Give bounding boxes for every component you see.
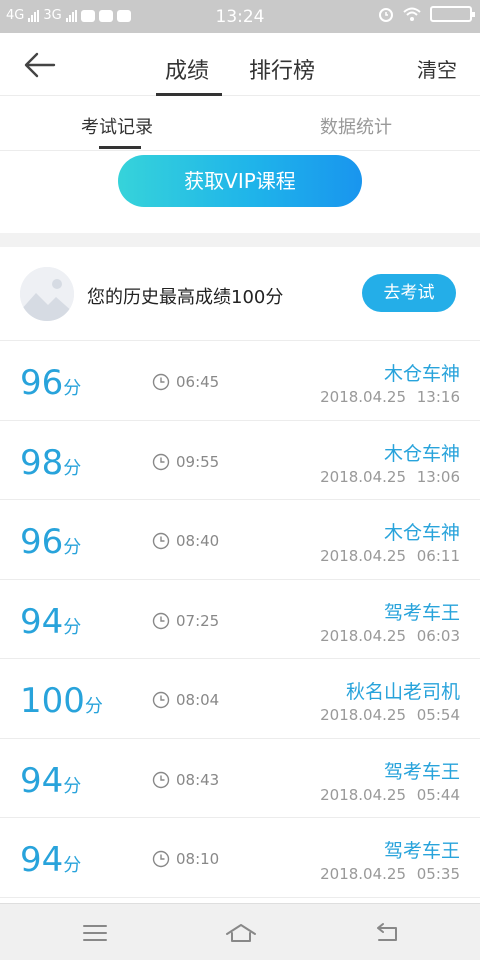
duration: 08:43: [152, 771, 219, 789]
record-row[interactable]: 96分 06:45 木仓车神 2018.04.25 13:16: [0, 341, 480, 421]
timestamp: 2018.04.25 05:35: [320, 865, 460, 883]
score: 98分: [20, 443, 81, 483]
score-unit: 分: [63, 378, 82, 399]
score-value: 98: [20, 442, 64, 483]
duration: 08:40: [152, 532, 219, 550]
timestamp: 2018.04.25 06:03: [320, 626, 460, 645]
score-unit: 分: [63, 775, 82, 797]
duration: 08:04: [152, 691, 219, 709]
menu-icon[interactable]: [81, 922, 109, 944]
battery-icon: [430, 6, 475, 22]
avatar-placeholder-icon: [20, 267, 74, 321]
sub-tabs: 考试记录 数据统计: [0, 97, 480, 151]
record-list: 96分 06:45 木仓车神 2018.04.25 13:16 98分 09:5…: [0, 341, 480, 898]
tab-leaderboard[interactable]: 排行榜: [249, 53, 315, 85]
score-value: 96: [20, 522, 64, 562]
clock-icon: [152, 691, 170, 709]
back-icon[interactable]: [373, 922, 401, 944]
record-row[interactable]: 94分 07:25 驾考车王 2018.04.25 06:03: [0, 580, 480, 659]
user-name: 木仓车神: [383, 363, 460, 385]
clock-icon: [152, 771, 170, 788]
duration: 07:25: [152, 612, 219, 630]
record-row[interactable]: 100分 08:04 秋名山老司机 2018.04.25 05:54: [0, 659, 480, 739]
duration-value: 08:10: [176, 850, 220, 868]
wifi-icon: [403, 7, 421, 21]
system-nav-bar: [0, 903, 480, 960]
section-divider: [0, 233, 480, 247]
duration-value: 08:40: [176, 532, 220, 550]
user-name: 木仓车神: [383, 522, 460, 544]
score-unit: 分: [63, 855, 82, 876]
timestamp: 2018.04.25 06:11: [320, 547, 460, 565]
user-name: 秋名山老司机: [345, 681, 460, 703]
score: 94分: [20, 602, 81, 642]
duration: 06:45: [152, 373, 219, 391]
user-name: 驾考车王: [383, 601, 460, 624]
score-value: 94: [20, 760, 64, 801]
duration-value: 08:43: [176, 770, 220, 789]
score-value: 94: [20, 840, 64, 880]
duration: 09:55: [152, 453, 219, 471]
score: 100分: [20, 681, 103, 721]
user-name: 驾考车王: [383, 760, 460, 783]
score-unit: 分: [63, 457, 82, 479]
user-name: 木仓车神: [383, 442, 460, 465]
alarm-icon: [379, 8, 393, 22]
duration: 08:10: [152, 850, 219, 868]
record-row[interactable]: 94分 08:43 驾考车王 2018.04.25 05:44: [0, 739, 480, 818]
screen: 4G 3G 13:24 成绩 排行榜 清空 考试记录 数据统计 获取VIP课程 …: [0, 0, 480, 960]
clock-icon: [152, 612, 170, 629]
tab-exam-records[interactable]: 考试记录: [81, 113, 153, 139]
clock-icon: [152, 850, 170, 868]
tab-data-statistics[interactable]: 数据统计: [320, 113, 392, 139]
score-value: 100: [20, 681, 85, 721]
score: 96分: [20, 522, 81, 562]
duration-value: 08:04: [176, 691, 220, 709]
score: 94分: [20, 840, 81, 880]
timestamp: 2018.04.25 05:44: [320, 785, 460, 804]
timestamp: 2018.04.25 05:54: [320, 706, 460, 724]
score-unit: 分: [63, 537, 82, 558]
score-value: 94: [20, 601, 64, 642]
clear-button[interactable]: 清空: [417, 54, 457, 83]
tab-scores[interactable]: 成绩: [165, 53, 209, 85]
active-subtab-indicator: [99, 146, 141, 149]
score: 94分: [20, 761, 81, 801]
best-score-row: 您的历史最高成绩100分 去考试: [0, 247, 480, 341]
user-name: 驾考车王: [383, 840, 460, 862]
get-vip-course-button[interactable]: 获取VIP课程: [118, 155, 362, 207]
clock-icon: [152, 373, 170, 391]
back-arrow-icon[interactable]: [22, 49, 58, 81]
record-row[interactable]: 94分 08:10 驾考车王 2018.04.25 05:35: [0, 818, 480, 898]
clock-icon: [152, 532, 170, 550]
home-icon[interactable]: [224, 922, 258, 944]
score-unit: 分: [84, 696, 103, 717]
clock-icon: [152, 453, 170, 470]
score-value: 96: [20, 363, 64, 403]
duration-value: 07:25: [176, 611, 220, 630]
nav-bar: 成绩 排行榜 清空: [0, 33, 480, 96]
score-unit: 分: [63, 616, 82, 638]
timestamp: 2018.04.25 13:06: [320, 467, 460, 486]
best-score-text: 您的历史最高成绩100分: [87, 287, 284, 308]
duration-value: 06:45: [176, 373, 220, 391]
avatar: [20, 267, 74, 321]
timestamp: 2018.04.25 13:16: [320, 388, 460, 406]
record-row[interactable]: 96分 08:40 木仓车神 2018.04.25 06:11: [0, 500, 480, 580]
status-bar: 4G 3G 13:24: [0, 0, 480, 33]
go-exam-button[interactable]: 去考试: [362, 274, 456, 312]
active-tab-indicator: [156, 93, 222, 96]
duration-value: 09:55: [176, 452, 220, 471]
score: 96分: [20, 363, 81, 403]
status-right: [378, 6, 475, 22]
record-row[interactable]: 98分 09:55 木仓车神 2018.04.25 13:06: [0, 421, 480, 500]
